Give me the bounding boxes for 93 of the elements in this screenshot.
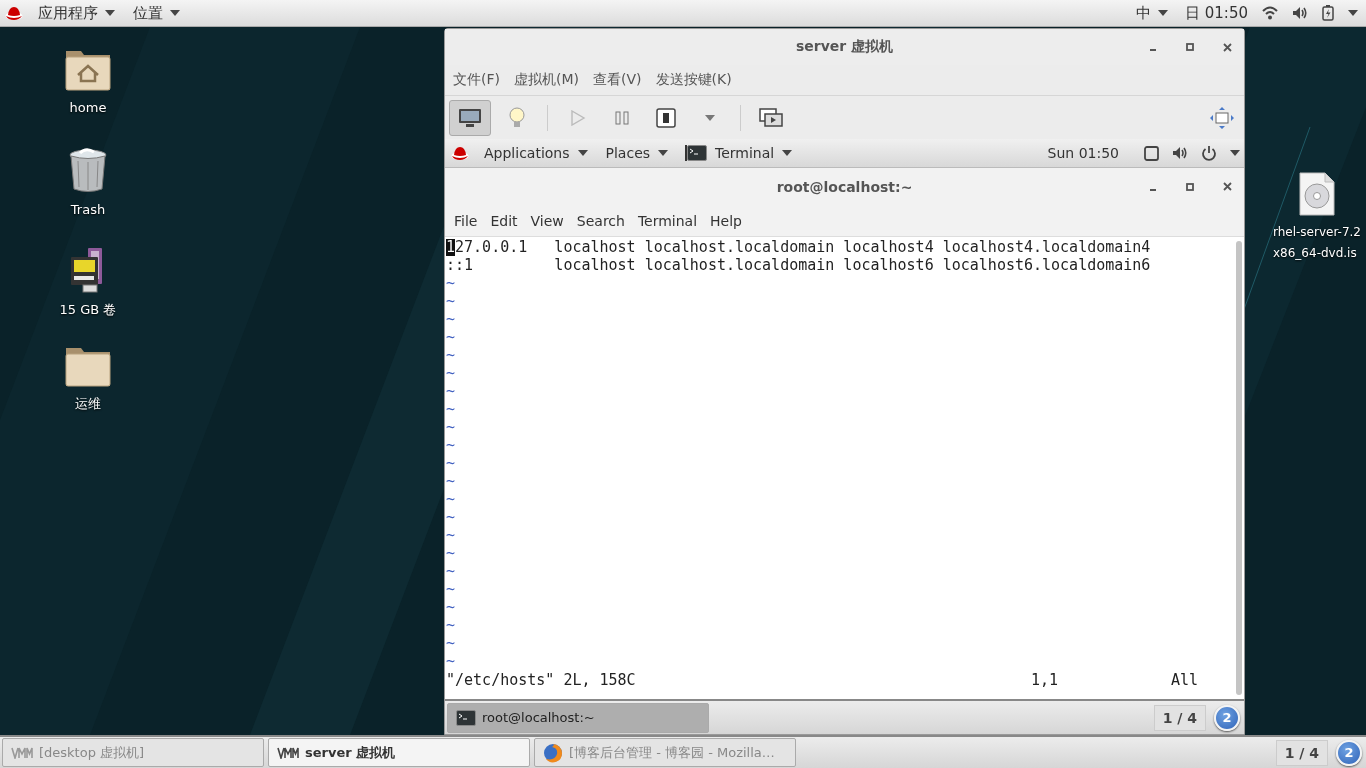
monitor-icon <box>458 107 482 128</box>
empty-line-marker: ~ <box>446 328 456 346</box>
caret-icon <box>1158 10 1168 16</box>
empty-line-marker: ~ <box>446 400 456 418</box>
workspace-indicator[interactable]: 1 / 4 <box>1153 704 1206 731</box>
clock[interactable]: Sun 01:50 <box>1047 145 1119 161</box>
menu-button[interactable]: Places <box>602 145 672 161</box>
clock[interactable]: 日 01:50 <box>1185 3 1248 23</box>
caret-icon <box>1230 150 1240 156</box>
menu-item[interactable]: File <box>447 210 484 231</box>
close-icon[interactable] <box>1223 42 1232 52</box>
cursor-position: 1,1 <box>1031 671 1060 689</box>
menu-item[interactable]: 查看(V) <box>587 68 648 92</box>
menu-item[interactable]: 虚拟机(M) <box>508 68 585 92</box>
terminal-icon <box>456 709 476 726</box>
caret-icon <box>170 10 180 16</box>
scroll-position: All <box>1171 671 1200 689</box>
power-icon[interactable] <box>1201 145 1217 161</box>
input-method-button[interactable]: 中 <box>1133 3 1171 23</box>
icon-label: home <box>69 99 107 117</box>
window-title: root@localhost:~ <box>776 178 913 195</box>
empty-line-marker: ~ <box>446 454 456 472</box>
empty-line-marker: ~ <box>446 508 456 526</box>
menu-item[interactable]: Terminal <box>630 210 704 231</box>
terminal-icon <box>687 145 708 161</box>
empty-line-marker: ~ <box>446 598 456 616</box>
maximize-icon[interactable] <box>1186 182 1194 191</box>
workspace-indicator[interactable]: 1 / 4 <box>1275 739 1328 766</box>
hat-icon[interactable] <box>451 145 469 161</box>
empty-line-marker: ~ <box>446 310 456 328</box>
browser-icon <box>543 742 563 763</box>
maximize-icon[interactable] <box>1186 43 1194 51</box>
hat-icon[interactable] <box>5 5 23 21</box>
empty-line-marker: ~ <box>446 652 456 670</box>
empty-line-marker: ~ <box>446 346 456 364</box>
power-switch-icon <box>656 107 676 128</box>
lightbulb-icon <box>508 106 526 129</box>
caret-icon <box>1348 10 1358 16</box>
menu-item[interactable]: 发送按键(K) <box>649 68 738 92</box>
task-button[interactable]: server 虚拟机 <box>268 738 530 767</box>
volume-icon[interactable] <box>1172 146 1188 160</box>
empty-line-marker: ~ <box>446 490 456 508</box>
menu-item[interactable]: 文件(F) <box>447 68 506 92</box>
icon-label: Trash <box>70 201 106 219</box>
caret-icon <box>658 150 669 156</box>
empty-line-marker: ~ <box>446 292 456 310</box>
empty-line-marker: ~ <box>446 274 456 292</box>
empty-line-marker: ~ <box>446 544 456 562</box>
icon-label: 15 GB 卷 <box>59 301 117 319</box>
empty-line-marker: ~ <box>446 364 456 382</box>
task-button[interactable]: root@localhost:~ <box>447 702 709 733</box>
trash-icon[interactable] <box>68 147 108 193</box>
battery-icon[interactable] <box>1322 5 1334 21</box>
empty-line-marker: ~ <box>446 562 456 580</box>
text-line: ::1 localhost localhost.localdomain localhost6 localhost6.localdomain6 <box>446 256 1151 274</box>
icon-label: rhel-server-7.2 x86_64-dvd.is <box>1273 224 1361 262</box>
scrollbar-thumb[interactable] <box>1236 241 1242 695</box>
empty-line-marker: ~ <box>446 634 456 652</box>
pause-icon <box>615 110 629 125</box>
empty-line-marker: ~ <box>446 580 456 598</box>
menu-button[interactable]: 位置 <box>130 3 183 23</box>
empty-line-marker: ~ <box>446 616 456 634</box>
empty-line-marker: ~ <box>446 382 456 400</box>
empty-line-marker: ~ <box>446 436 456 454</box>
disc-file-icon[interactable] <box>1299 172 1335 216</box>
app-menu-button[interactable]: Terminal <box>685 145 796 161</box>
caret-icon <box>705 114 715 121</box>
volume-icon[interactable] <box>1292 6 1308 20</box>
caret-icon <box>577 150 588 156</box>
wifi-icon[interactable] <box>1262 6 1278 20</box>
view-toggle[interactable] <box>449 99 491 136</box>
menu-item[interactable]: Search <box>569 210 631 231</box>
menu-button[interactable]: 应用程序 <box>35 3 118 23</box>
menu-button[interactable]: Applications <box>481 145 591 161</box>
screens-icon <box>759 107 783 128</box>
empty-line-marker: ~ <box>446 526 456 544</box>
caret-icon <box>105 10 115 16</box>
folder-icon[interactable] <box>65 347 111 387</box>
caret-icon <box>782 150 793 156</box>
vm-icon <box>11 746 33 759</box>
window-icon[interactable] <box>1144 145 1159 161</box>
menu-item[interactable]: Edit <box>483 210 524 231</box>
empty-line-marker: ~ <box>446 418 456 436</box>
icon-label: 运维 <box>75 395 101 413</box>
fullscreen-icon <box>1210 106 1234 129</box>
window-title: server 虚拟机 <box>795 38 894 56</box>
menu-item[interactable]: Help <box>703 210 748 231</box>
empty-line-marker: ~ <box>446 472 456 490</box>
close-icon[interactable] <box>1223 182 1232 191</box>
vm-icon <box>277 746 299 759</box>
status-message: "/etc/hosts" 2L, 158C <box>446 671 637 689</box>
menu-item[interactable]: View <box>523 210 570 231</box>
play-icon <box>570 109 586 126</box>
